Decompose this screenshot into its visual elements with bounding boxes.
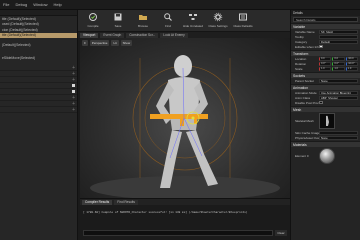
prop-disable-post-process: Disable Post Process Bl... — [291, 100, 360, 105]
class-settings-icon — [213, 12, 223, 22]
prop-rotation: Rotation 0.0° 0.0° -90.0° — [291, 61, 360, 66]
menu-item-file[interactable]: File — [3, 2, 9, 7]
clear-button[interactable]: Clear — [275, 230, 287, 236]
prop-category: Category Default — [291, 39, 360, 44]
save-icon — [113, 12, 123, 22]
browse-button[interactable]: Browse — [132, 10, 154, 30]
menu-item-window[interactable]: Window — [33, 2, 47, 7]
prop-skeletal-mesh: Skeletal Mesh — [291, 112, 360, 130]
editable-checkbox[interactable] — [319, 44, 323, 49]
material-thumbnail[interactable] — [319, 148, 335, 164]
browse-icon — [138, 12, 148, 22]
menu-item-help[interactable]: Help — [53, 2, 61, 7]
prop-animation-mode: Animation Mode Use Animation Blueprint — [291, 90, 360, 95]
menu-bar: File Debug Window Help — [0, 0, 360, 10]
prop-scale: Scale 1.0 1.0 1.0 — [291, 66, 360, 71]
hide-unrelated-button[interactable]: Hide Unrelated — [182, 10, 204, 30]
compile-button[interactable]: Compile — [82, 10, 104, 30]
prop-variable-name: Variable Name SK_Mesh — [291, 29, 360, 34]
my-blueprint-panel: ttle (Default)(Selected) osed (Default)(… — [0, 10, 78, 240]
category-row[interactable]: + — [0, 107, 77, 113]
variable-icon — [72, 84, 75, 87]
log-tabs: Compiler Results Find Results — [80, 199, 290, 205]
class-defaults-button[interactable]: Class Defaults — [232, 10, 254, 30]
details-tab[interactable]: Details — [291, 10, 360, 16]
tab-event-graph[interactable]: Event Graph — [100, 32, 125, 38]
find-icon — [163, 12, 173, 22]
search-details-input[interactable]: Search Details — [293, 17, 358, 22]
tab-find-results[interactable]: Find Results — [114, 199, 138, 205]
add-icon[interactable]: + — [72, 77, 75, 83]
compile-icon — [88, 12, 98, 22]
tab-construction-script[interactable]: Construction Scr... — [126, 32, 159, 38]
prop-parent-socket: Parent Socket None — [291, 78, 360, 83]
mesh-thumbnail[interactable] — [319, 113, 335, 129]
prop-physics-asset: PhysicsAsset OverrideNone — [291, 135, 360, 140]
prop-editable: Editable when Inherited — [291, 44, 360, 49]
prop-element-0: Element 0 — [291, 147, 360, 165]
compiler-results-panel: Compiler Results Find Results [ 1780.60]… — [80, 198, 290, 240]
tab-look-at-enemy[interactable]: Look At Enemy — [160, 32, 188, 38]
prop-skin-cache: Skin Cache Usage — [291, 130, 360, 135]
tab-viewport[interactable]: Viewport — [80, 32, 99, 38]
hide-unrelated-icon — [188, 12, 198, 22]
class-defaults-icon — [238, 12, 248, 22]
disable-post-process-checkbox[interactable] — [319, 100, 323, 105]
viewport[interactable]: ≡ Perspective Lit Show — [80, 38, 290, 198]
prop-location: Location 0.0 0.0 -90.0 — [291, 56, 360, 61]
find-button[interactable]: Find — [157, 10, 179, 30]
prop-tooltip: Tooltip — [291, 34, 360, 39]
details-panel: Details Search Details Variable Variable… — [290, 10, 360, 240]
tab-compiler-results[interactable]: Compiler Results — [82, 199, 113, 205]
class-settings-button[interactable]: Class Settings — [207, 10, 229, 30]
log-message: [ 1780.60] Compile of SHOOTR_Character s… — [83, 211, 248, 214]
add-icon[interactable]: + — [72, 107, 75, 113]
save-button[interactable]: Save — [107, 10, 129, 30]
blueprint-toolbar: Compile Save Browse Find Hide Unrelated … — [78, 10, 290, 32]
character-mesh[interactable] — [80, 38, 290, 198]
menu-item-debug[interactable]: Debug — [15, 2, 27, 7]
prop-anim-class: Anim Class ABP_Shooter — [291, 95, 360, 100]
log-filter-input[interactable] — [83, 230, 273, 236]
variable-icon — [72, 90, 75, 93]
